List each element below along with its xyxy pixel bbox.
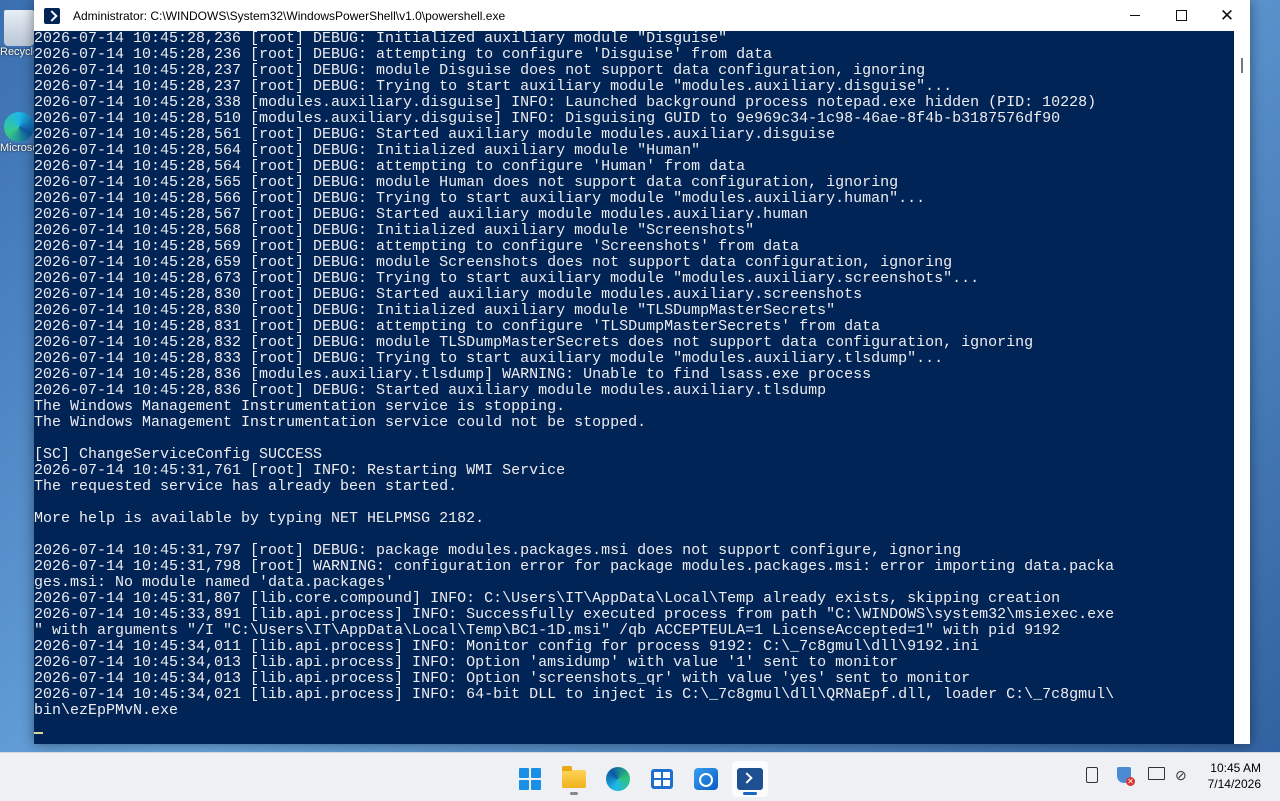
- network-icon[interactable]: ⊘: [1175, 767, 1193, 783]
- close-button[interactable]: ✕: [1204, 0, 1250, 31]
- console-line: The Windows Management Instrumentation s…: [34, 414, 647, 431]
- powershell-icon: [737, 768, 763, 790]
- outlook-icon: [694, 768, 718, 790]
- maximize-button[interactable]: [1158, 0, 1204, 31]
- start-button[interactable]: [512, 761, 548, 797]
- console-line: 2026-07-14 10:45:28,833 [root] DEBUG: Tr…: [34, 350, 944, 367]
- system-clock[interactable]: 10:45 AM 7/14/2026: [1208, 760, 1261, 792]
- console-line: 2026-07-14 10:45:28,237 [root] DEBUG: Tr…: [34, 78, 953, 95]
- maximize-icon: [1175, 10, 1187, 21]
- console-line: 2026-07-14 10:45:28,567 [root] DEBUG: St…: [34, 206, 809, 223]
- console-line: 2026-07-14 10:45:28,836 [modules.auxilia…: [34, 366, 872, 383]
- console-line: [34, 719, 1234, 735]
- display-icon[interactable]: [1148, 767, 1165, 780]
- console-line: 2026-07-14 10:45:33,891 [lib.api.process…: [34, 606, 1115, 623]
- taskbar-file-explorer[interactable]: [556, 761, 592, 797]
- console-line: 2026-07-14 10:45:31,807 [lib.core.compou…: [34, 590, 1061, 607]
- console-line: 2026-07-14 10:45:34,021 [lib.api.process…: [34, 686, 1115, 703]
- vertical-scrollbar[interactable]: [1234, 31, 1250, 744]
- clock-time: 10:45 AM: [1210, 761, 1261, 775]
- desktop-icon-label: Recycle Bin: [0, 46, 34, 58]
- console-line: More help is available by typing NET HEL…: [34, 510, 485, 527]
- console-line: bin\ezEpPMvN.exe: [34, 702, 179, 719]
- console-line: The Windows Management Instrumentation s…: [34, 398, 566, 415]
- window-controls: ✕: [1112, 0, 1250, 31]
- taskbar-store[interactable]: [644, 761, 680, 797]
- powershell-icon: [44, 7, 60, 24]
- console-line: 2026-07-14 10:45:28,830 [root] DEBUG: In…: [34, 302, 836, 319]
- console-line: 2026-07-14 10:45:28,510 [modules.auxilia…: [34, 110, 1061, 127]
- minimize-button[interactable]: [1112, 0, 1158, 31]
- console-line: 2026-07-14 10:45:34,011 [lib.api.process…: [34, 638, 980, 655]
- console-line: 2026-07-14 10:45:28,569 [root] DEBUG: at…: [34, 238, 800, 255]
- console-line: 2026-07-14 10:45:28,338 [modules.auxilia…: [34, 94, 1097, 111]
- console-line: 2026-07-14 10:45:28,561 [root] DEBUG: St…: [34, 126, 836, 143]
- console-line: 2026-07-14 10:45:28,236 [root] DEBUG: at…: [34, 46, 773, 63]
- console-line: 2026-07-14 10:45:28,673 [root] DEBUG: Tr…: [34, 270, 980, 287]
- desktop-icon-label: Microsoft Edge: [0, 142, 34, 154]
- text-cursor: [34, 732, 43, 734]
- console-line: 2026-07-14 10:45:28,564 [root] DEBUG: In…: [34, 142, 701, 159]
- close-icon: ✕: [1219, 6, 1235, 25]
- console-line: ges.msi: No module named 'data.packages': [34, 574, 395, 591]
- recycle-bin-icon: [4, 10, 34, 46]
- desktop-icon-edge[interactable]: Microsoft Edge: [0, 112, 34, 154]
- active-indicator: [743, 792, 757, 795]
- console-line: 2026-07-14 10:45:28,830 [root] DEBUG: St…: [34, 286, 863, 303]
- console-area[interactable]: 2026-07-14 10:45:28,236 [root] DEBUG: In…: [34, 31, 1250, 744]
- edge-icon: [4, 112, 34, 142]
- taskbar-edge[interactable]: [600, 761, 636, 797]
- console-line: 2026-07-14 10:45:28,831 [root] DEBUG: at…: [34, 318, 881, 335]
- windows-logo-icon: [519, 768, 541, 790]
- usb-icon[interactable]: [1086, 767, 1098, 783]
- edge-icon: [606, 767, 630, 791]
- console-line: 2026-07-14 10:45:28,566 [root] DEBUG: Tr…: [34, 190, 926, 207]
- console-line: 2026-07-14 10:45:28,237 [root] DEBUG: mo…: [34, 62, 926, 79]
- console-line: [SC] ChangeServiceConfig SUCCESS: [34, 446, 323, 463]
- console-line: " with arguments "/I "C:\Users\IT\AppDat…: [34, 622, 1061, 639]
- powershell-window: Administrator: C:\WINDOWS\System32\Windo…: [34, 0, 1250, 744]
- store-icon: [651, 769, 673, 789]
- console-line: 2026-07-14 10:45:34,013 [lib.api.process…: [34, 670, 971, 687]
- console-output[interactable]: 2026-07-14 10:45:28,236 [root] DEBUG: In…: [34, 31, 1234, 744]
- console-line: 2026-07-14 10:45:31,761 [root] INFO: Res…: [34, 462, 566, 479]
- console-line: 2026-07-14 10:45:28,236 [root] DEBUG: In…: [34, 31, 728, 47]
- scrollbar-thumb[interactable]: [1241, 58, 1243, 73]
- console-line: 2026-07-14 10:45:31,798 [root] WARNING: …: [34, 558, 1115, 575]
- console-line: 2026-07-14 10:45:28,565 [root] DEBUG: mo…: [34, 174, 899, 191]
- console-line: The requested service has already been s…: [34, 478, 458, 495]
- running-indicator: [570, 792, 578, 795]
- console-line: 2026-07-14 10:45:28,659 [root] DEBUG: mo…: [34, 254, 953, 271]
- title-bar[interactable]: Administrator: C:\WINDOWS\System32\Windo…: [34, 0, 1250, 31]
- taskbar-powershell[interactable]: [732, 761, 768, 797]
- clock-date: 7/14/2026: [1207, 777, 1261, 791]
- minimize-icon: [1130, 15, 1140, 16]
- console-line: 2026-07-14 10:45:34,013 [lib.api.process…: [34, 654, 899, 671]
- console-line: 2026-07-14 10:45:28,832 [root] DEBUG: mo…: [34, 334, 1034, 351]
- taskbar-outlook[interactable]: [688, 761, 724, 797]
- security-warning-icon[interactable]: ✕: [1117, 767, 1135, 786]
- window-title: Administrator: C:\WINDOWS\System32\Windo…: [73, 8, 506, 23]
- console-line: 2026-07-14 10:45:31,797 [root] DEBUG: pa…: [34, 542, 962, 559]
- folder-icon: [562, 766, 586, 788]
- console-line: 2026-07-14 10:45:28,568 [root] DEBUG: In…: [34, 222, 755, 239]
- console-line: 2026-07-14 10:45:28,564 [root] DEBUG: at…: [34, 158, 746, 175]
- console-line: 2026-07-14 10:45:28,836 [root] DEBUG: St…: [34, 382, 827, 399]
- desktop-icon-recycle-bin[interactable]: Recycle Bin: [0, 10, 34, 58]
